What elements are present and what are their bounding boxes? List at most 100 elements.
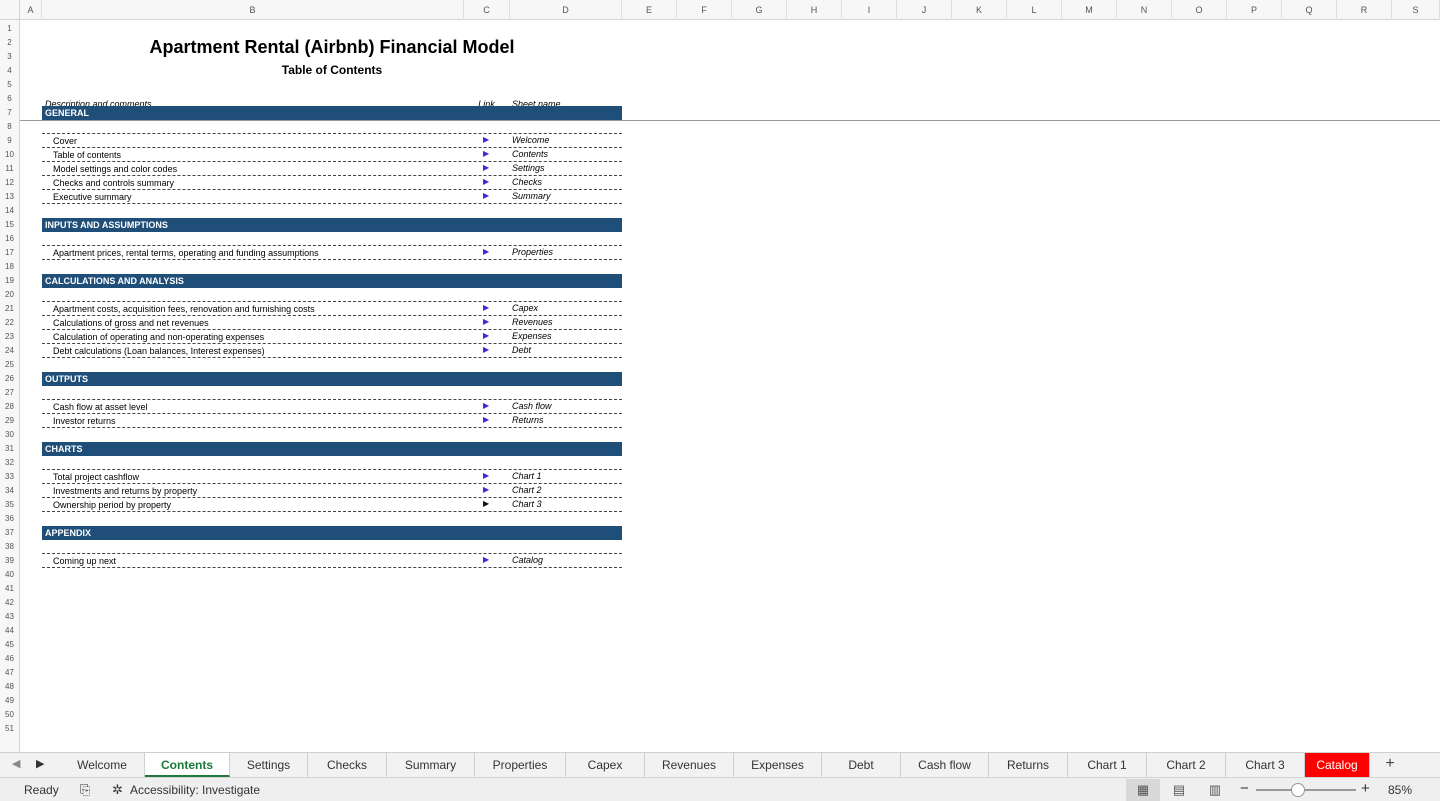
row-header[interactable]: 28 <box>0 400 19 414</box>
row-header[interactable]: 10 <box>0 148 19 162</box>
row-header[interactable]: 25 <box>0 358 19 372</box>
zoom-in-icon[interactable]: + <box>1361 780 1370 797</box>
column-header[interactable]: C <box>464 0 510 20</box>
column-header[interactable]: K <box>952 0 1007 20</box>
column-header[interactable]: M <box>1062 0 1117 20</box>
row-header[interactable]: 50 <box>0 708 19 722</box>
row-header[interactable]: 33 <box>0 470 19 484</box>
sheet-tab[interactable]: Capex <box>566 753 645 777</box>
zoom-out-icon[interactable]: − <box>1240 780 1249 797</box>
prev-sheet-icon[interactable]: ◀ <box>12 757 20 770</box>
sheet-tab[interactable]: Summary <box>387 753 475 777</box>
row-header[interactable]: 13 <box>0 190 19 204</box>
link-arrow-icon[interactable]: ▶ <box>483 471 489 480</box>
column-header[interactable]: J <box>897 0 952 20</box>
link-arrow-icon[interactable]: ▶ <box>483 149 489 158</box>
link-arrow-icon[interactable]: ▶ <box>483 163 489 172</box>
row-header[interactable]: 19 <box>0 274 19 288</box>
row-header[interactable]: 44 <box>0 624 19 638</box>
row-header[interactable]: 48 <box>0 680 19 694</box>
row-header[interactable]: 5 <box>0 78 19 92</box>
row-header[interactable]: 9 <box>0 134 19 148</box>
row-header[interactable]: 49 <box>0 694 19 708</box>
row-header[interactable]: 2 <box>0 36 19 50</box>
row-header[interactable]: 12 <box>0 176 19 190</box>
row-header[interactable]: 40 <box>0 568 19 582</box>
row-header[interactable]: 11 <box>0 162 19 176</box>
row-header[interactable]: 46 <box>0 652 19 666</box>
column-header[interactable]: S <box>1392 0 1440 20</box>
link-arrow-icon[interactable]: ▶ <box>483 485 489 494</box>
column-header[interactable]: R <box>1337 0 1392 20</box>
row-header[interactable]: 45 <box>0 638 19 652</box>
select-all-corner[interactable] <box>0 0 20 20</box>
sheet-tab[interactable]: Chart 1 <box>1068 753 1147 777</box>
link-arrow-icon[interactable]: ▶ <box>483 191 489 200</box>
column-header[interactable]: F <box>677 0 732 20</box>
add-sheet-icon[interactable]: + <box>1380 755 1400 773</box>
row-header[interactable]: 27 <box>0 386 19 400</box>
row-header[interactable]: 3 <box>0 50 19 64</box>
column-header[interactable]: A <box>20 0 42 20</box>
link-arrow-icon[interactable]: ▶ <box>483 331 489 340</box>
link-arrow-icon[interactable]: ▶ <box>483 415 489 424</box>
macro-record-icon[interactable]: ⎘ <box>80 782 90 798</box>
link-arrow-icon[interactable]: ▶ <box>483 345 489 354</box>
row-header[interactable]: 35 <box>0 498 19 512</box>
row-header[interactable]: 31 <box>0 442 19 456</box>
row-header[interactable]: 22 <box>0 316 19 330</box>
column-header[interactable]: I <box>842 0 897 20</box>
page-layout-view-icon[interactable]: ▤ <box>1162 779 1196 801</box>
column-header[interactable]: P <box>1227 0 1282 20</box>
row-header[interactable]: 39 <box>0 554 19 568</box>
row-header[interactable]: 34 <box>0 484 19 498</box>
sheet-tab[interactable]: Checks <box>308 753 387 777</box>
link-arrow-icon[interactable]: ▶ <box>483 135 489 144</box>
row-header[interactable]: 51 <box>0 722 19 736</box>
link-arrow-icon[interactable]: ▶ <box>483 177 489 186</box>
normal-view-icon[interactable]: ▦ <box>1126 779 1160 801</box>
column-header[interactable]: N <box>1117 0 1172 20</box>
column-header[interactable]: L <box>1007 0 1062 20</box>
zoom-slider-track[interactable] <box>1256 789 1356 791</box>
sheet-tab[interactable]: Contents <box>145 753 230 777</box>
row-header[interactable]: 8 <box>0 120 19 134</box>
row-header[interactable]: 7 <box>0 106 19 120</box>
zoom-slider-thumb[interactable] <box>1291 783 1305 797</box>
row-header[interactable]: 26 <box>0 372 19 386</box>
row-header[interactable]: 16 <box>0 232 19 246</box>
next-sheet-icon[interactable]: ▶ <box>36 757 44 770</box>
row-header[interactable]: 20 <box>0 288 19 302</box>
row-header[interactable]: 6 <box>0 92 19 106</box>
row-header[interactable]: 17 <box>0 246 19 260</box>
column-header[interactable]: Q <box>1282 0 1337 20</box>
row-header[interactable]: 24 <box>0 344 19 358</box>
link-arrow-icon[interactable]: ▶ <box>483 317 489 326</box>
sheet-tab[interactable]: Revenues <box>645 753 734 777</box>
row-header[interactable]: 37 <box>0 526 19 540</box>
row-header[interactable]: 29 <box>0 414 19 428</box>
row-header[interactable]: 23 <box>0 330 19 344</box>
column-header[interactable]: B <box>42 0 464 20</box>
sheet-grid[interactable]: Apartment Rental (Airbnb) Financial Mode… <box>0 0 1440 752</box>
sheet-tab[interactable]: Settings <box>230 753 308 777</box>
column-header[interactable]: O <box>1172 0 1227 20</box>
row-header[interactable]: 41 <box>0 582 19 596</box>
row-header[interactable]: 36 <box>0 512 19 526</box>
column-header[interactable]: D <box>510 0 622 20</box>
link-arrow-icon[interactable]: ▶ <box>483 303 489 312</box>
link-arrow-icon[interactable]: ▶ <box>483 499 489 508</box>
row-header[interactable]: 14 <box>0 204 19 218</box>
page-break-view-icon[interactable]: ▥ <box>1198 779 1232 801</box>
sheet-tab[interactable]: Chart 3 <box>1226 753 1305 777</box>
accessibility-status[interactable]: Accessibility: Investigate <box>130 783 260 797</box>
sheet-tab[interactable]: Returns <box>989 753 1068 777</box>
row-header[interactable]: 38 <box>0 540 19 554</box>
column-header[interactable]: H <box>787 0 842 20</box>
link-arrow-icon[interactable]: ▶ <box>483 555 489 564</box>
row-header[interactable]: 4 <box>0 64 19 78</box>
row-header[interactable]: 30 <box>0 428 19 442</box>
sheet-tab[interactable]: Properties <box>475 753 566 777</box>
row-header[interactable]: 42 <box>0 596 19 610</box>
sheet-tab[interactable]: Chart 2 <box>1147 753 1226 777</box>
